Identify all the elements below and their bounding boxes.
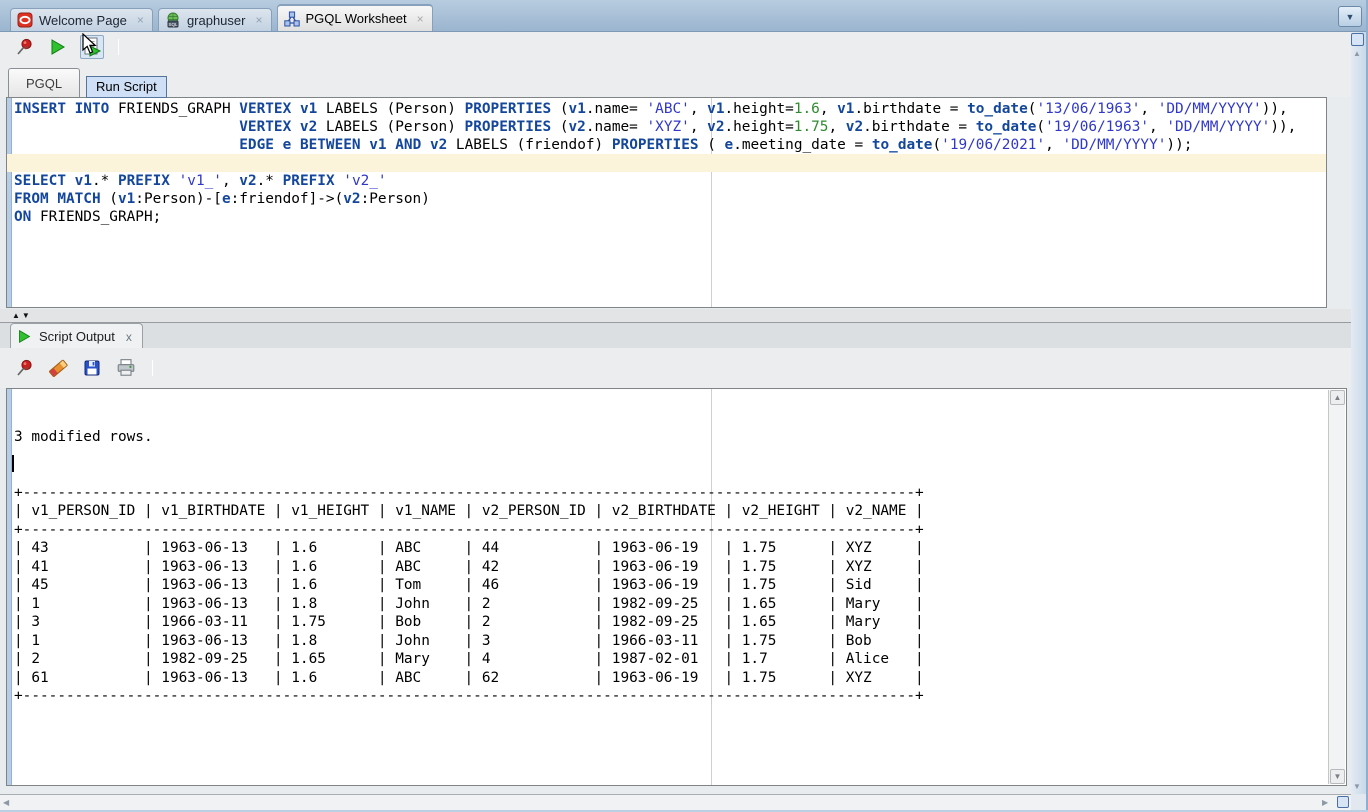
- tab-pgql-worksheet[interactable]: PGQL Worksheet ×: [277, 4, 433, 31]
- run-button[interactable]: [46, 35, 70, 59]
- tab-label: PGQL Worksheet: [306, 11, 407, 26]
- tab-graphuser[interactable]: SQL graphuser ×: [158, 8, 272, 31]
- code-lines: INSERT INTO FRIENDS_GRAPH VERTEX v1 LABE…: [14, 100, 1326, 226]
- scroll-down-button[interactable]: ▼: [1330, 769, 1345, 784]
- pgql-tab-label: PGQL: [26, 76, 62, 91]
- run-script-tooltip: Run Script: [86, 76, 167, 98]
- horizontal-splitter[interactable]: ▲ ▼: [0, 309, 1368, 322]
- toolbar-separator: |: [152, 360, 153, 376]
- chevron-down-icon: ▼: [1346, 12, 1355, 22]
- sql-database-icon: SQL: [165, 12, 181, 28]
- output-gutter: [7, 389, 12, 785]
- script-output-tab-label: Script Output: [39, 329, 115, 344]
- svg-text:SQL: SQL: [168, 22, 178, 27]
- pgql-code-editor[interactable]: INSERT INTO FRIENDS_GRAPH VERTEX v1 LABE…: [6, 97, 1327, 308]
- close-icon[interactable]: ×: [255, 13, 262, 27]
- collapse-up-icon[interactable]: ▲: [12, 312, 20, 320]
- mouse-cursor: [82, 33, 97, 55]
- output-vertical-scrollbar[interactable]: ▲ ▼: [1328, 390, 1345, 784]
- script-output-panel[interactable]: 3 modified rows. +----------------------…: [6, 388, 1347, 786]
- graph-nodes-icon: [284, 11, 300, 27]
- printer-icon: [116, 358, 136, 378]
- editor-gutter: [7, 98, 12, 307]
- close-icon[interactable]: ×: [417, 12, 424, 26]
- tab-pgql[interactable]: PGQL: [8, 68, 80, 97]
- document-tab-bar: Welcome Page × SQL graphuser × PGQL Work…: [0, 0, 1368, 32]
- output-tab-row: Script Output x: [0, 322, 1368, 348]
- arrow-up-icon: ▲: [1334, 393, 1342, 402]
- tooltip-text: Run Script: [96, 79, 157, 94]
- application-window: Welcome Page × SQL graphuser × PGQL Work…: [0, 0, 1368, 812]
- tab-script-output[interactable]: Script Output x: [10, 323, 143, 349]
- oracle-icon: [17, 12, 33, 28]
- close-icon[interactable]: x: [126, 330, 132, 344]
- run-icon: [49, 38, 67, 56]
- clear-output-button[interactable]: [46, 356, 70, 380]
- eraser-icon: [47, 357, 69, 379]
- tab-list-dropdown-button[interactable]: ▼: [1338, 6, 1362, 27]
- scroll-up-button[interactable]: ▲: [1330, 390, 1345, 405]
- script-output-text: 3 modified rows. +----------------------…: [14, 391, 924, 706]
- tab-welcome-page[interactable]: Welcome Page ×: [10, 8, 153, 31]
- arrow-right-icon[interactable]: ▶: [1322, 798, 1328, 807]
- script-output-toolbar: |: [0, 348, 1368, 388]
- vertical-scrollbar-thumb[interactable]: [1351, 33, 1364, 46]
- arrow-up-icon[interactable]: ▲: [1353, 49, 1361, 58]
- collapse-down-icon[interactable]: ▼: [22, 312, 30, 320]
- arrow-left-icon[interactable]: ◀: [3, 798, 9, 807]
- green-play-icon: [17, 329, 32, 344]
- horizontal-scrollbar-thumb[interactable]: [1337, 796, 1349, 808]
- window-vertical-scrollbar[interactable]: ▲ ▼: [1351, 32, 1366, 794]
- tab-label: graphuser: [187, 13, 246, 28]
- pin-button[interactable]: [12, 35, 36, 59]
- pushpin-icon: [15, 359, 34, 378]
- worksheet-tab-row: PGQL: [0, 62, 1368, 97]
- window-horizontal-scrollbar[interactable]: ◀ ▶: [0, 794, 1351, 810]
- pushpin-icon: [15, 38, 34, 57]
- tab-label: Welcome Page: [39, 13, 127, 28]
- floppy-disk-icon: [83, 359, 101, 377]
- print-button[interactable]: [114, 356, 138, 380]
- arrow-down-icon: ▼: [1334, 772, 1342, 781]
- arrow-down-icon[interactable]: ▼: [1353, 782, 1361, 791]
- save-button[interactable]: [80, 356, 104, 380]
- toolbar-separator: |: [118, 39, 119, 55]
- close-icon[interactable]: ×: [137, 13, 144, 27]
- worksheet-toolbar: |: [0, 32, 1368, 62]
- pin-button[interactable]: [12, 356, 36, 380]
